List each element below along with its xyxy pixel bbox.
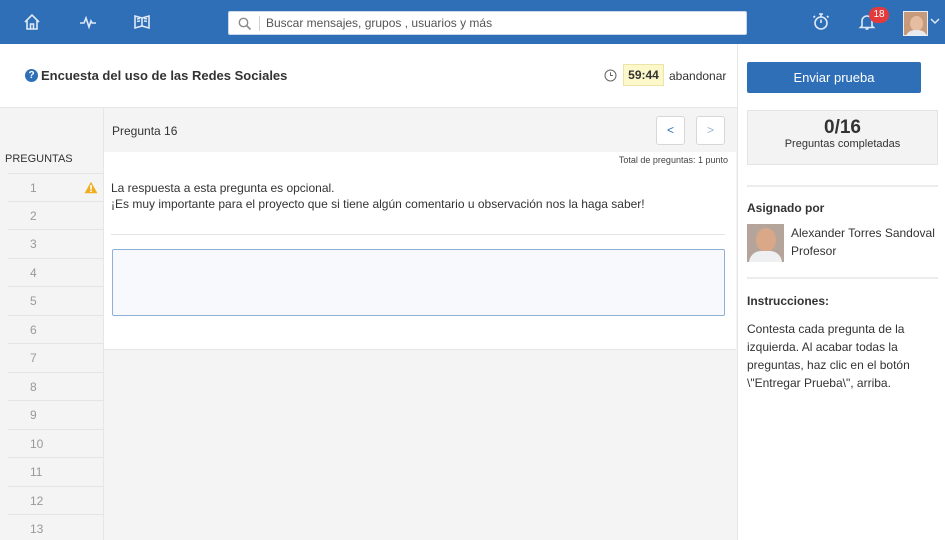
- question-text: La respuesta a esta pregunta es opcional…: [111, 180, 645, 212]
- question-item-label: 5: [30, 294, 37, 308]
- question-list: PREGUNTAS 1 2 3 4 5 6 7 8 9 10 11 12 13: [0, 108, 104, 540]
- search-input[interactable]: [266, 14, 736, 32]
- search-icon: [238, 17, 252, 31]
- teacher-avatar: [747, 224, 784, 262]
- quiz-header: ? Encuesta del uso de las Redes Sociales…: [0, 44, 737, 108]
- question-text-line: ¡Es muy importante para el proyecto que …: [111, 197, 645, 211]
- stopwatch-icon[interactable]: [807, 8, 835, 36]
- search-divider: [259, 16, 260, 31]
- question-item-label: 11: [30, 465, 43, 479]
- quit-link[interactable]: abandonar: [669, 69, 726, 83]
- question-mark-icon: ?: [25, 69, 38, 82]
- question-item-label: 2: [30, 209, 37, 223]
- divider: [747, 185, 938, 187]
- points-label: Total de preguntas: 1 punto: [618, 155, 728, 165]
- instructions-text: Contesta cada pregunta de la izquierda. …: [747, 322, 910, 390]
- next-question-button[interactable]: >: [696, 116, 725, 145]
- user-avatar[interactable]: [903, 11, 928, 36]
- question-header: Pregunta 16 < >: [104, 108, 737, 151]
- divider: [111, 234, 725, 235]
- question-item[interactable]: 10: [8, 429, 104, 457]
- question-item-label: 10: [30, 437, 44, 451]
- instructions-title: Instrucciones:: [747, 294, 830, 308]
- home-icon[interactable]: [18, 8, 46, 36]
- question-text-line: La respuesta a esta pregunta es opcional…: [111, 181, 335, 195]
- question-area: Pregunta 16 < > Total de preguntas: 1 pu…: [104, 108, 737, 540]
- teacher-role: Profesor: [791, 244, 837, 258]
- question-item[interactable]: 7: [8, 343, 104, 371]
- previous-question-button[interactable]: <: [656, 116, 685, 145]
- question-item-label: 3: [30, 237, 37, 251]
- question-item-label: 13: [30, 522, 44, 536]
- question-item-label: 8: [30, 380, 37, 394]
- question-item[interactable]: 3: [8, 229, 104, 257]
- assigned-by-title: Asignado por: [747, 201, 825, 215]
- question-item-label: 4: [30, 266, 37, 280]
- question-item-label: 6: [30, 323, 37, 337]
- search-bar: [228, 11, 747, 35]
- question-item[interactable]: 5: [8, 286, 104, 314]
- progress-count: 0/16: [824, 117, 861, 138]
- progress-label: Preguntas completadas: [784, 138, 901, 150]
- question-item[interactable]: 2: [8, 201, 104, 229]
- activity-icon[interactable]: [74, 8, 102, 36]
- question-item[interactable]: 11: [8, 457, 104, 485]
- question-item[interactable]: 9: [8, 400, 104, 428]
- progress-box: 0/16 Preguntas completadas: [747, 110, 938, 165]
- question-number: Pregunta 16: [112, 124, 178, 138]
- question-item-label: 1: [30, 181, 37, 195]
- top-navbar: 18: [0, 0, 945, 44]
- question-item[interactable]: 6: [8, 315, 104, 343]
- submit-button[interactable]: Enviar prueba: [747, 62, 921, 93]
- question-item[interactable]: 8: [8, 372, 104, 400]
- divider: [747, 277, 938, 279]
- warning-icon: [84, 181, 98, 194]
- question-item-label: 7: [30, 351, 37, 365]
- clock-icon: [604, 69, 617, 82]
- question-item-label: 12: [30, 494, 44, 508]
- question-item[interactable]: 1: [8, 173, 104, 201]
- question-item-label: 9: [30, 408, 37, 422]
- notification-badge: 18: [869, 7, 889, 23]
- question-item[interactable]: 13: [8, 514, 104, 540]
- chevron-down-icon[interactable]: [930, 17, 940, 25]
- book-icon[interactable]: [128, 8, 156, 36]
- question-card: Total de preguntas: 1 punto La respuesta…: [104, 152, 736, 350]
- question-list-title: PREGUNTAS: [5, 153, 73, 165]
- answer-textarea[interactable]: [112, 249, 725, 316]
- teacher-name: Alexander Torres Sandoval: [791, 226, 935, 240]
- right-panel: Enviar prueba 0/16 Preguntas completadas…: [737, 44, 945, 540]
- question-item[interactable]: 12: [8, 486, 104, 514]
- quiz-title: Encuesta del uso de las Redes Sociales: [41, 68, 288, 83]
- timer: 59:44: [623, 64, 664, 86]
- question-item[interactable]: 4: [8, 258, 104, 286]
